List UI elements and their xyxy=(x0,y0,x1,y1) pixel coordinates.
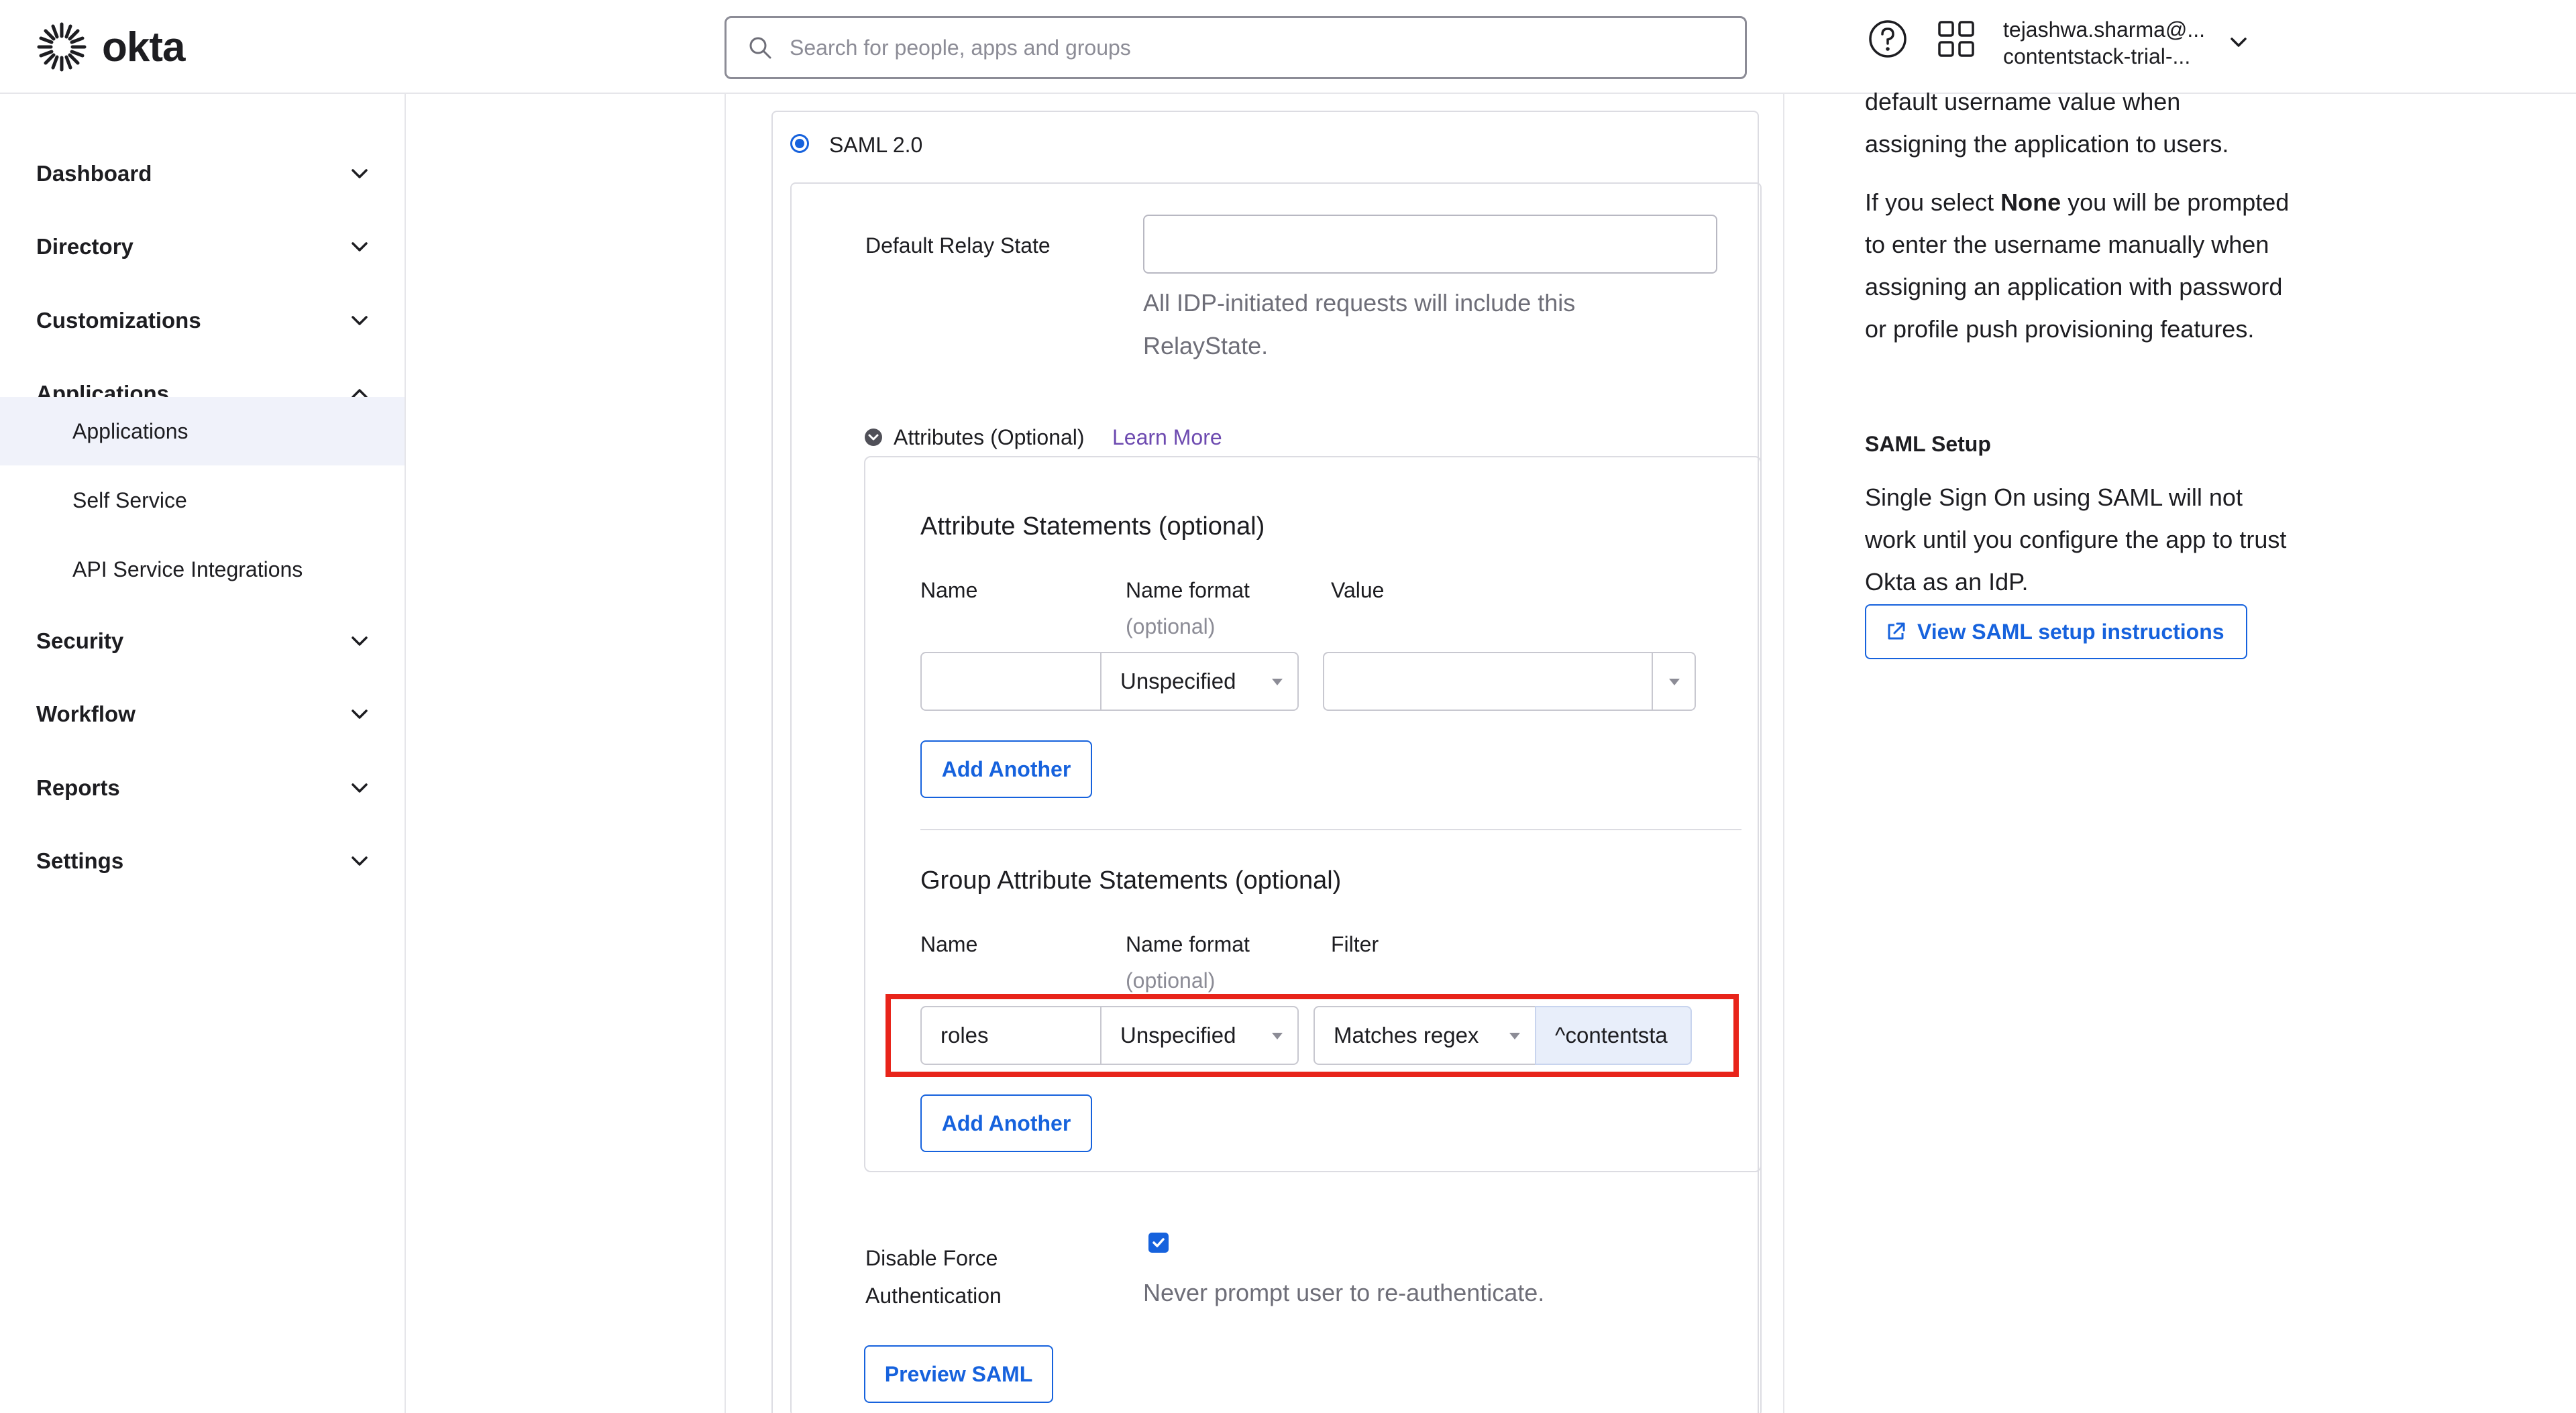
sidebar-subitem-self-service[interactable]: Self Service xyxy=(0,466,405,534)
attr-add-another-button[interactable]: Add Another xyxy=(920,740,1092,798)
group-statements-title: Group Attribute Statements (optional) xyxy=(920,866,1342,895)
attr-name-input[interactable] xyxy=(920,652,1102,711)
search-icon xyxy=(749,37,771,59)
attributes-label: Attributes (Optional) xyxy=(894,425,1085,449)
sidebar-item-settings[interactable]: Settings xyxy=(0,828,405,895)
attr-format-value: Unspecified xyxy=(1120,669,1236,693)
sidebar-subitem-label: API Service Integrations xyxy=(72,557,303,581)
attr-col-format-sub: (optional) xyxy=(1126,614,1216,638)
force-auth-checkbox[interactable] xyxy=(1148,1233,1169,1253)
chevron-down-icon xyxy=(352,242,368,251)
relay-state-input[interactable] xyxy=(1143,215,1717,274)
checkmark-icon xyxy=(1152,1238,1165,1247)
relay-state-help-line2: RelayState. xyxy=(1143,332,1269,359)
group-add-another-button[interactable]: Add Another xyxy=(920,1094,1092,1152)
section-divider xyxy=(920,829,1741,830)
highlight-box xyxy=(885,994,1739,1077)
view-saml-instructions-label: View SAML setup instructions xyxy=(1917,619,2224,644)
attribute-statements-title: Attribute Statements (optional) xyxy=(920,512,1265,541)
search-box[interactable] xyxy=(724,16,1747,79)
search-input[interactable] xyxy=(790,35,1695,60)
group-col-name: Name xyxy=(920,932,978,956)
app-grid-icon[interactable] xyxy=(1936,19,1976,59)
help-icon[interactable] xyxy=(1868,19,1908,59)
chevron-down-icon[interactable] xyxy=(2226,30,2251,55)
user-menu[interactable]: tejashwa.sharma@... contentstack-trial-.… xyxy=(2003,16,2205,70)
external-link-icon xyxy=(1888,622,1905,640)
group-col-format-sub: (optional) xyxy=(1126,968,1216,993)
attr-format-select[interactable]: Unspecified xyxy=(1100,652,1299,711)
sidebar-item-workflow[interactable]: Workflow xyxy=(0,681,405,748)
help-text-username: default username value when assigning th… xyxy=(1865,80,2294,165)
saml-radio[interactable] xyxy=(790,134,809,153)
chevron-down-icon xyxy=(352,710,368,719)
force-auth-label: Disable Force Authentication xyxy=(865,1239,1002,1314)
preview-saml-button[interactable]: Preview SAML xyxy=(864,1345,1053,1403)
sidebar-subitem-api-service-integrations[interactable]: API Service Integrations xyxy=(0,535,405,604)
sidebar-item-directory[interactable]: Directory xyxy=(0,213,405,280)
sidebar-item-reports[interactable]: Reports xyxy=(0,754,405,822)
sidebar-subitem-label: Self Service xyxy=(72,488,187,512)
sidebar-item-label: Customizations xyxy=(36,308,201,333)
help-line1: default username value when xyxy=(1865,88,2181,115)
learn-more-link[interactable]: Learn More xyxy=(1112,425,1222,450)
sidebar-subitem-label: Applications xyxy=(72,418,189,443)
force-auth-label-line1: Disable Force xyxy=(865,1246,998,1270)
top-bar: okta tejashwa.sharma@... contentstack-tr… xyxy=(0,0,2576,94)
attr-col-name: Name xyxy=(920,578,978,602)
help-none-prefix: If you select xyxy=(1865,188,2001,216)
logo-text: okta xyxy=(102,23,185,70)
sidebar-item-customizations[interactable]: Customizations xyxy=(0,287,405,354)
chevron-down-icon xyxy=(352,169,368,178)
user-email: tejashwa.sharma@... xyxy=(2003,17,2206,42)
attr-col-value: Value xyxy=(1331,578,1385,602)
view-saml-instructions-button[interactable]: View SAML setup instructions xyxy=(1865,604,2247,659)
help-line2: assigning the application to users. xyxy=(1865,130,2229,158)
force-auth-label-line2: Authentication xyxy=(865,1284,1002,1308)
okta-sunburst-icon xyxy=(37,22,87,72)
sidebar-item-security[interactable]: Security xyxy=(0,608,405,675)
relay-state-help-line1: All IDP-initiated requests will include … xyxy=(1143,289,1576,317)
saml-setup-text: Single Sign On using SAML will not work … xyxy=(1865,484,2287,596)
sidebar-subitem-applications[interactable]: Applications xyxy=(0,397,405,465)
group-col-filter: Filter xyxy=(1331,932,1379,956)
relay-state-help: All IDP-initiated requests will include … xyxy=(1143,282,1575,368)
sidebar-item-label: Reports xyxy=(36,775,120,800)
attr-value-input[interactable] xyxy=(1323,652,1654,711)
collapse-toggle-icon[interactable] xyxy=(864,428,883,447)
chevron-down-icon xyxy=(352,316,368,325)
attr-value-dropdown[interactable] xyxy=(1652,652,1696,711)
force-auth-help: Never prompt user to re-authenticate. xyxy=(1143,1279,1545,1306)
okta-logo[interactable]: okta xyxy=(36,21,185,72)
sidebar-item-label: Settings xyxy=(36,848,124,873)
saml-radio-label: SAML 2.0 xyxy=(829,133,923,157)
group-col-format: Name format xyxy=(1126,932,1250,956)
sidebar-item-label: Directory xyxy=(36,234,133,259)
chevron-down-icon xyxy=(352,856,368,866)
chevron-down-icon xyxy=(352,636,368,646)
saml-setup-heading: SAML Setup xyxy=(1865,432,1991,456)
relay-state-label: Default Relay State xyxy=(865,233,1051,258)
sidebar-item-label: Security xyxy=(36,628,124,653)
chevron-down-icon xyxy=(352,783,368,793)
attr-col-format: Name format xyxy=(1126,578,1250,602)
user-org: contentstack-trial-... xyxy=(2003,44,2191,68)
sidebar-item-label: Dashboard xyxy=(36,161,152,186)
sidebar-item-label: Workflow xyxy=(36,701,136,726)
help-text-none: If you select None you will be prompted … xyxy=(1865,181,2294,350)
caret-down-icon xyxy=(1669,679,1680,685)
sidebar-item-dashboard[interactable]: Dashboard xyxy=(0,140,405,207)
sidebar: Dashboard Directory Customizations Appli… xyxy=(0,94,406,1413)
help-none-bold: None xyxy=(2000,188,2061,216)
caret-down-icon xyxy=(1272,679,1283,685)
